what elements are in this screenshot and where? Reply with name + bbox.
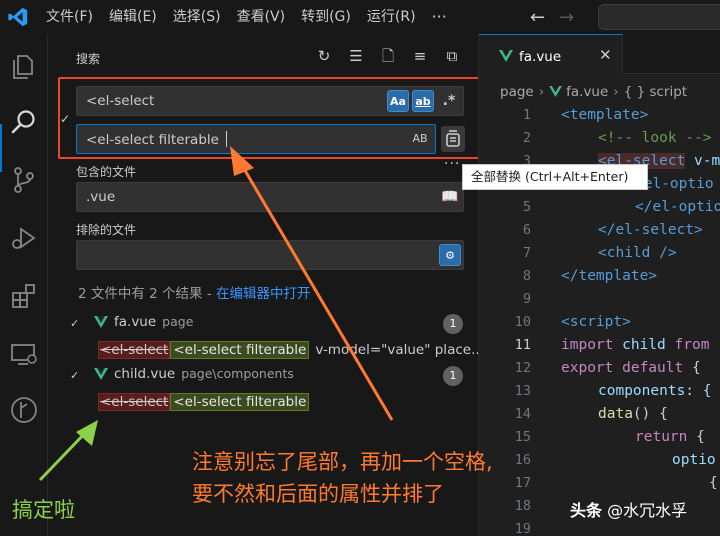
green-arrow-line [38, 428, 90, 482]
green-arrow-head [76, 420, 98, 446]
orange-arrow-line [238, 161, 394, 421]
annotation-note-line2: 要不然和后面的属性并排了 [192, 482, 444, 506]
orange-arrow-head [230, 146, 254, 176]
annotation-done: 搞定啦 [12, 498, 75, 522]
annotation-note-line1: 注意别忘了尾部，再加一个空格, [192, 450, 493, 474]
watermark: 头条 @水冗水孚 [570, 501, 688, 520]
